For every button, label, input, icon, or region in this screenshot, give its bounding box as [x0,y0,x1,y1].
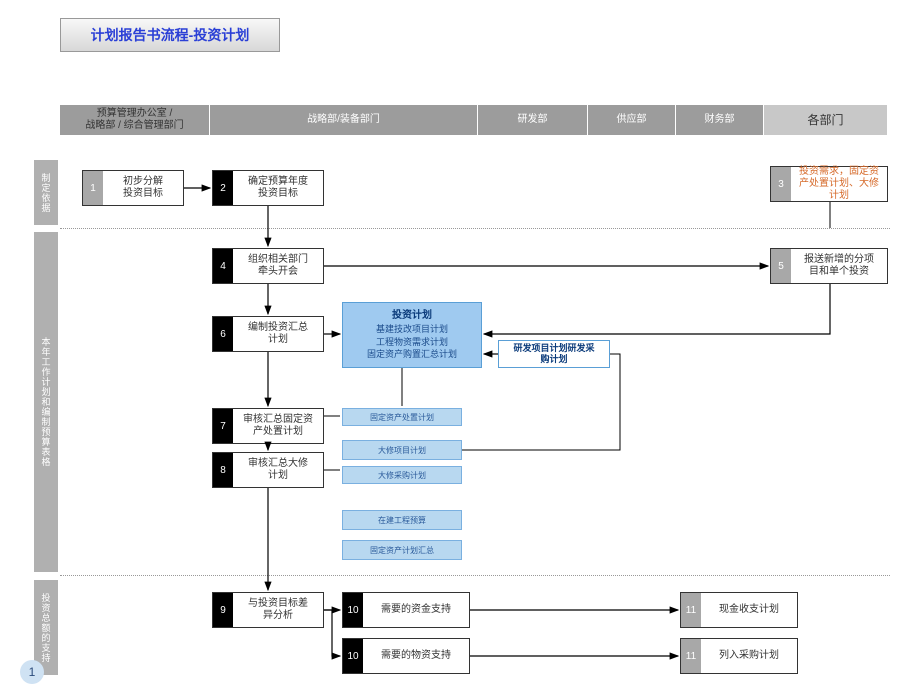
node-label: 与投资目标差异分析 [233,593,323,627]
node-number: 9 [213,593,233,627]
node-label: 编制投资汇总计划 [233,317,323,351]
flow-node-n9: 9与投资目标差异分析 [212,592,324,628]
sub-plan-box: 固定资产处置计划 [342,408,462,426]
node-number: 5 [771,249,791,283]
flow-node-n7: 7审核汇总固定资产处置计划 [212,408,324,444]
page-number-badge: 1 [20,660,44,684]
node-label: 组织相关部门牵头开会 [233,249,323,283]
flow-node-n2: 2确定预算年度投资目标 [212,170,324,206]
flow-node-n6: 6编制投资汇总计划 [212,316,324,352]
node-number: 2 [213,171,233,205]
node-label: 审核汇总固定资产处置计划 [233,409,323,443]
column-header: 各部门 [764,105,888,135]
flow-node-n10a: 10需要的资金支持 [342,592,470,628]
page-title: 计划报告书流程-投资计划 [60,18,280,52]
node-label: 列入采购计划 [701,639,797,673]
flow-node-n4: 4组织相关部门牵头开会 [212,248,324,284]
node-number: 10 [343,593,363,627]
node-number: 8 [213,453,233,487]
node-number: 7 [213,409,233,443]
node-label: 需要的资金支持 [363,593,469,627]
node-label: 审核汇总大修计划 [233,453,323,487]
node-number: 4 [213,249,233,283]
column-header: 供应部 [588,105,676,135]
column-header: 预算管理办公室 /战略部 / 综合管理部门 [60,105,210,135]
node-label: 需要的物资支持 [363,639,469,673]
sub-plan-box: 大修项目计划 [342,440,462,460]
flow-node-n8: 8审核汇总大修计划 [212,452,324,488]
flow-node-n11a: 11现金收支计划 [680,592,798,628]
node-number: 11 [681,639,701,673]
node-number: 10 [343,639,363,673]
sub-plan-box: 在建工程预算 [342,510,462,530]
section-divider [60,575,890,576]
side-label: 本年工作计划和编制预算表格 [34,232,58,572]
column-header: 研发部 [478,105,588,135]
column-headers: 预算管理办公室 /战略部 / 综合管理部门战略部/装备部门研发部供应部财务部各部… [60,105,890,135]
sub-plan-box: 大修采购计划 [342,466,462,484]
node-label: 投资需求，固定资产处置计划、大修计划 [791,167,887,201]
node-number: 1 [83,171,103,205]
flow-node-n11b: 11列入采购计划 [680,638,798,674]
side-label: 制定依据 [34,160,58,225]
sub-plan-box: 固定资产计划汇总 [342,540,462,560]
rnd-plan-box: 研发项目计划研发采购计划 [498,340,610,368]
node-label: 报送新增的分项目和单个投资 [791,249,887,283]
investment-plan-box: 投资计划基建技改项目计划工程物资需求计划固定资产购置汇总计划 [342,302,482,368]
column-header: 战略部/装备部门 [210,105,478,135]
flow-node-n1: 1初步分解投资目标 [82,170,184,206]
node-number: 11 [681,593,701,627]
flow-node-n5: 5报送新增的分项目和单个投资 [770,248,888,284]
flow-node-n3: 3投资需求，固定资产处置计划、大修计划 [770,166,888,202]
node-label: 确定预算年度投资目标 [233,171,323,205]
node-label: 现金收支计划 [701,593,797,627]
flow-node-n10b: 10需要的物资支持 [342,638,470,674]
node-number: 6 [213,317,233,351]
column-header: 财务部 [676,105,764,135]
node-label: 初步分解投资目标 [103,171,183,205]
section-divider [60,228,890,229]
node-number: 3 [771,167,791,201]
